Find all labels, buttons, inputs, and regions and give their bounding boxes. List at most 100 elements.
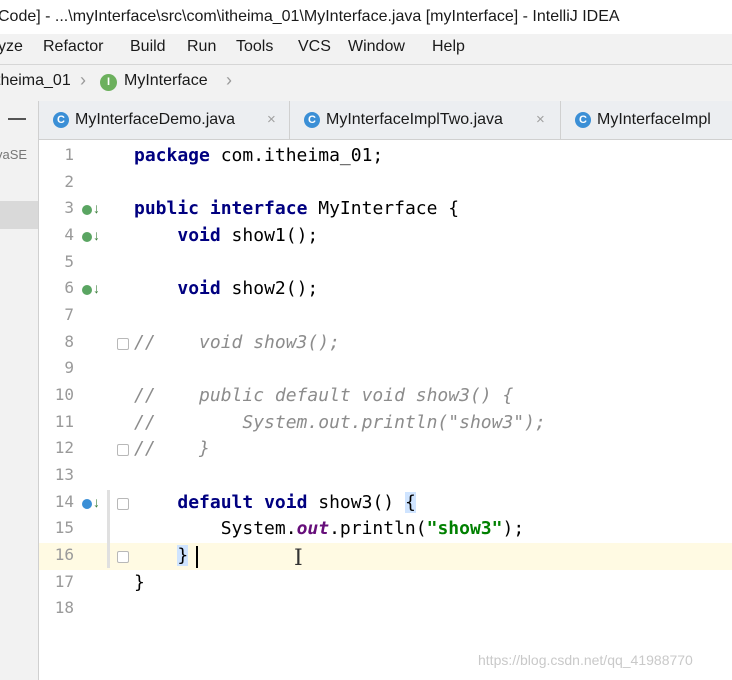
keyword: void xyxy=(177,225,221,246)
tab-myinterfacedemo[interactable]: C MyInterfaceDemo.java × xyxy=(39,101,290,139)
code-token: com.itheima_01; xyxy=(209,145,384,166)
menu-tools[interactable]: Tools xyxy=(236,38,273,56)
line-number: 18 xyxy=(54,598,74,617)
implemented-icon[interactable]: ↓ xyxy=(82,280,104,299)
menu-analyze[interactable]: yze xyxy=(0,38,23,56)
fold-marker-icon[interactable] xyxy=(117,498,129,510)
interface-icon: I xyxy=(100,74,117,91)
class-icon: C xyxy=(575,112,591,128)
fold-marker-icon[interactable] xyxy=(117,551,129,563)
implemented-icon[interactable]: ↓ xyxy=(82,227,104,246)
matched-brace: { xyxy=(404,492,416,513)
code-line: 10 // public default void show3() { xyxy=(0,385,732,412)
tab-label: MyInterfaceImplTwo.java xyxy=(326,111,503,128)
editor-tab-bar: C MyInterfaceDemo.java × C MyInterfaceIm… xyxy=(39,101,732,140)
code-line: 2 xyxy=(0,172,732,199)
code-token: System. xyxy=(220,518,297,539)
chevron-right-icon: › xyxy=(226,70,232,90)
code-text[interactable]: } xyxy=(134,572,145,593)
text-caret xyxy=(196,546,198,568)
line-number: 16 xyxy=(54,545,74,564)
field-token: out xyxy=(296,518,330,539)
matched-brace: } xyxy=(177,545,189,566)
menu-bar: yze Refactor Build Run Tools VCS Window … xyxy=(0,34,732,64)
implementing-icon[interactable]: ↓ xyxy=(82,494,104,513)
code-comment[interactable]: // void show3(); xyxy=(134,332,340,353)
code-line: 1 package com.itheima_01; xyxy=(0,145,732,172)
code-line: 18 xyxy=(0,598,732,625)
menu-vcs[interactable]: VCS xyxy=(298,38,331,56)
menu-run[interactable]: Run xyxy=(187,38,216,56)
code-comment[interactable]: // } xyxy=(134,438,210,459)
ibeam-cursor-icon: I xyxy=(294,546,303,571)
keyword: void xyxy=(264,492,308,513)
window-title: Code] - ...\myInterface\src\com\itheima_… xyxy=(0,8,620,25)
keyword: interface xyxy=(209,198,308,219)
code-token: MyInterface { xyxy=(307,198,460,219)
code-line: 5 xyxy=(0,252,732,279)
keyword: default xyxy=(177,492,254,513)
breadcrumb-package[interactable]: theima_01 xyxy=(0,72,71,90)
line-number: 15 xyxy=(54,518,74,537)
menu-build[interactable]: Build xyxy=(130,38,166,56)
code-line: 9 xyxy=(0,358,732,385)
code-text[interactable]: public interface MyInterface { xyxy=(134,198,459,219)
code-token: show3() xyxy=(307,492,405,513)
implemented-icon[interactable]: ↓ xyxy=(82,200,104,219)
code-line: 6 ↓ void show2(); xyxy=(0,278,732,305)
code-token: show2(); xyxy=(220,278,319,299)
string-literal: "show3" xyxy=(426,518,503,539)
class-icon: C xyxy=(304,112,320,128)
breadcrumb: theima_01 › I MyInterface › xyxy=(0,64,732,102)
line-number: 13 xyxy=(54,465,74,484)
keyword: void xyxy=(177,278,221,299)
tab-myinterfaceimpltwo[interactable]: C MyInterfaceImplTwo.java × xyxy=(290,101,561,139)
menu-window[interactable]: Window xyxy=(348,38,405,56)
code-text[interactable]: } xyxy=(134,545,189,566)
code-text[interactable]: default void show3() { xyxy=(134,492,416,513)
window-title-bar: Code] - ...\myInterface\src\com\itheima_… xyxy=(0,0,732,34)
code-line: 8 // void show3(); xyxy=(0,332,732,359)
line-number: 3 xyxy=(64,198,74,217)
code-line: 3 ↓ public interface MyInterface { xyxy=(0,198,732,225)
code-text[interactable]: void show1(); xyxy=(134,225,318,246)
fold-marker-icon[interactable] xyxy=(117,338,129,350)
line-number: 17 xyxy=(54,572,74,591)
code-text[interactable]: System.out.println("show3"); xyxy=(134,518,524,539)
code-comment[interactable]: // System.out.println("show3"); xyxy=(134,412,546,433)
gutter-guide xyxy=(107,490,110,568)
tab-label: MyInterfaceImpl xyxy=(597,111,711,128)
keyword: package xyxy=(134,145,210,166)
code-line: 13 xyxy=(0,465,732,492)
menu-refactor[interactable]: Refactor xyxy=(43,38,103,56)
code-line: 4 ↓ void show1(); xyxy=(0,225,732,252)
breadcrumb-class[interactable]: MyInterface xyxy=(124,72,208,90)
tab-myinterfaceimpl[interactable]: C MyInterfaceImpl xyxy=(561,101,732,139)
menu-help[interactable]: Help xyxy=(432,38,465,56)
close-icon[interactable]: × xyxy=(536,111,545,128)
fold-marker-icon[interactable] xyxy=(117,444,129,456)
line-number: 12 xyxy=(54,438,74,457)
code-comment[interactable]: // public default void show3() { xyxy=(134,385,513,406)
line-number: 1 xyxy=(64,145,74,164)
minus-icon[interactable] xyxy=(8,118,26,120)
watermark: https://blog.csdn.net/qq_41988770 xyxy=(478,652,693,668)
keyword: public xyxy=(134,198,200,219)
class-icon: C xyxy=(53,112,69,128)
code-line: 12 // } xyxy=(0,438,732,465)
code-line: 7 xyxy=(0,305,732,332)
line-number: 2 xyxy=(64,172,74,191)
code-text[interactable]: package com.itheima_01; xyxy=(134,145,383,166)
chevron-right-icon: › xyxy=(80,70,86,90)
code-line: 17 } xyxy=(0,572,732,599)
line-number: 10 xyxy=(54,385,74,404)
code-token: .println( xyxy=(329,518,427,539)
line-number: 8 xyxy=(64,332,74,351)
code-token: show1(); xyxy=(220,225,319,246)
code-text[interactable]: void show2(); xyxy=(134,278,318,299)
line-number: 14 xyxy=(54,492,74,511)
line-number: 5 xyxy=(64,252,74,271)
close-icon[interactable]: × xyxy=(267,111,276,128)
line-number: 6 xyxy=(64,278,74,297)
line-number: 11 xyxy=(54,412,74,431)
